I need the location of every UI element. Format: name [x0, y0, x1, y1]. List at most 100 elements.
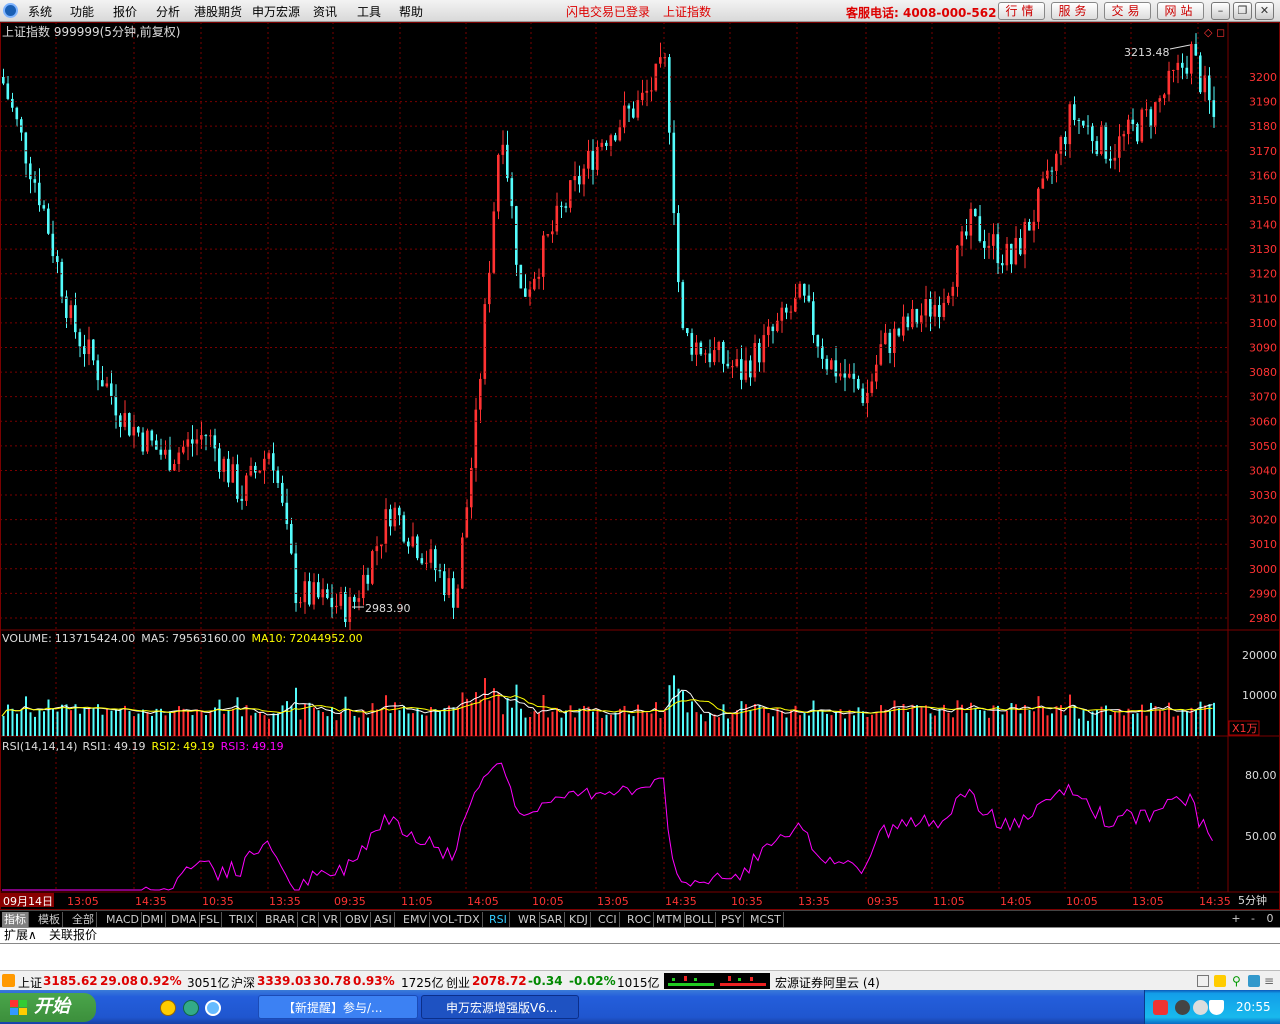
restore-icon[interactable]: ❐ [1233, 2, 1252, 20]
task-forum-label: 【新提醒】参与/... [283, 1001, 383, 1015]
candle-body [312, 582, 316, 605]
tab-mcst[interactable]: MCST [748, 912, 784, 927]
app-logo-icon[interactable] [3, 3, 18, 18]
candle-body [636, 100, 640, 118]
time-label-7: 14:05 [467, 895, 499, 908]
menu-hk-futures[interactable]: 港股期货 [194, 3, 242, 20]
candle-body [42, 205, 46, 209]
tab-trix[interactable]: TRIX [227, 912, 258, 927]
hs-value: 3339.03 [257, 974, 312, 988]
tab-minus-button[interactable]: - [1247, 912, 1259, 926]
tab-cci[interactable]: CCI [596, 912, 620, 927]
candle-body [618, 127, 622, 141]
quicklaunch-ie-icon[interactable] [205, 1000, 221, 1016]
service-button[interactable]: 服务 [1051, 2, 1098, 20]
tab-cr[interactable]: CR [299, 912, 320, 927]
tab-sar[interactable]: SAR [538, 912, 566, 927]
tab-roc[interactable]: ROC [625, 912, 654, 927]
menu-system[interactable]: 系统 [28, 3, 52, 20]
tray-user-icon[interactable] [1193, 1000, 1208, 1015]
tray-app-icon[interactable] [1175, 1000, 1190, 1015]
candle-body [938, 305, 941, 317]
candle-body [947, 295, 950, 303]
tab-全部[interactable]: 全部 [70, 912, 97, 927]
tab-dma[interactable]: DMA [169, 912, 200, 927]
tab-plus-button[interactable]: + [1230, 912, 1242, 926]
sogou-icon[interactable] [1153, 1000, 1168, 1015]
tab-vol-tdx[interactable]: VOL-TDX [430, 912, 483, 927]
candle-body [627, 105, 631, 109]
quicklaunch-browser-icon[interactable] [183, 1000, 199, 1016]
tab-kdj[interactable]: KDJ [567, 912, 591, 927]
time-label-16: 10:05 [1066, 895, 1098, 908]
time-label-12: 13:35 [798, 895, 830, 908]
menu-tools[interactable]: 工具 [357, 3, 381, 20]
tab-obv[interactable]: OBV [343, 912, 372, 927]
trade-button[interactable]: 交易 [1104, 2, 1151, 20]
tab-指标[interactable]: 指标 [2, 912, 29, 927]
tab-vr[interactable]: VR [321, 912, 342, 927]
sh-name[interactable]: 上证 [18, 974, 42, 991]
hs-name[interactable]: 沪深 [231, 974, 255, 991]
cy-name[interactable]: 创业 [446, 974, 470, 991]
candle-body [825, 358, 829, 370]
chart-corner-icons[interactable]: ◇ ◻ [1204, 26, 1225, 39]
tab-zero-button[interactable]: 0 [1264, 912, 1276, 926]
menu-swhy[interactable]: 申万宏源 [252, 3, 300, 20]
kline-chart-svg[interactable]: 上证指数 999999(5分钟,前复权) ◇ ◻ 3200 3190 3180 317… [0, 22, 1280, 910]
candle-body [74, 305, 77, 333]
status-window-icon[interactable] [1197, 975, 1209, 987]
menu-quote[interactable]: 报价 [113, 3, 137, 20]
menu-function[interactable]: 功能 [70, 3, 94, 20]
index-bar-icon[interactable] [2, 974, 15, 987]
tab-boll[interactable]: BOLL [683, 912, 717, 927]
minimize-icon[interactable]: – [1211, 2, 1230, 20]
start-label: 开始 [34, 996, 70, 1017]
candle-body [447, 578, 451, 596]
website-button[interactable]: 网站 [1157, 2, 1204, 20]
tab-dmi[interactable]: DMI [140, 912, 167, 927]
candle-body [839, 373, 842, 377]
candle-body [843, 373, 847, 378]
candle-body [1199, 55, 1202, 93]
candle-body [1212, 100, 1216, 117]
tab-模板[interactable]: 模板 [36, 912, 63, 927]
tab-mtm[interactable]: MTM [654, 912, 685, 927]
status-info-icon[interactable] [1248, 975, 1260, 987]
candle-body [425, 562, 428, 564]
quicklaunch-app-icon[interactable] [160, 1000, 176, 1016]
tab-rsi[interactable]: RSI [487, 912, 510, 927]
tab-brar[interactable]: BRAR [263, 912, 298, 927]
blank-panel [0, 944, 1280, 970]
flash-trade-status[interactable]: 闪电交易已登录 [566, 3, 650, 20]
tab-wr[interactable]: WR [516, 912, 540, 927]
chart-area[interactable]: 上证指数 999999(5分钟,前复权) ◇ ◻ 3200 3190 3180 317… [0, 22, 1280, 910]
tab-emv[interactable]: EMV [401, 912, 430, 927]
market-breadth-icon[interactable] [664, 973, 770, 989]
period-label[interactable]: 5分钟 [1238, 893, 1267, 907]
status-lock-icon[interactable] [1214, 975, 1226, 987]
status-menu-icon[interactable]: ≡ [1264, 974, 1274, 988]
menu-help[interactable]: 帮助 [399, 3, 423, 20]
tab-asi[interactable]: ASI [372, 912, 395, 927]
task-forum[interactable]: 【新提醒】参与/... [258, 995, 418, 1019]
task-swhy[interactable]: 申万宏源增强版V6... [421, 995, 579, 1019]
quotes-button[interactable]: 行情 [998, 2, 1045, 20]
menu-analysis[interactable]: 分析 [156, 3, 180, 20]
signal-icon[interactable]: ⚲ [1232, 974, 1241, 988]
time-label-18: 14:35 [1199, 895, 1231, 908]
start-button[interactable]: 开始 [0, 993, 96, 1022]
related-quotes-button[interactable]: 关联报价 [49, 928, 97, 943]
server-status[interactable]: 宏源证券阿里云 (4) [775, 974, 880, 991]
close-icon[interactable]: ✕ [1255, 2, 1274, 20]
expand-button[interactable]: 扩展∧ [4, 928, 37, 943]
security-shield-icon[interactable] [1209, 1000, 1224, 1015]
tab-psy[interactable]: PSY [719, 912, 745, 927]
menu-news[interactable]: 资讯 [313, 3, 337, 20]
low-marker: 2983.90 [352, 602, 411, 615]
high-marker: 3213.48 [1124, 44, 1191, 59]
price-tick-3070: 3070 [1249, 391, 1277, 404]
rsi-line [2, 762, 1213, 891]
tab-macd[interactable]: MACD [104, 912, 142, 927]
tab-fsl[interactable]: FSL [198, 912, 223, 927]
